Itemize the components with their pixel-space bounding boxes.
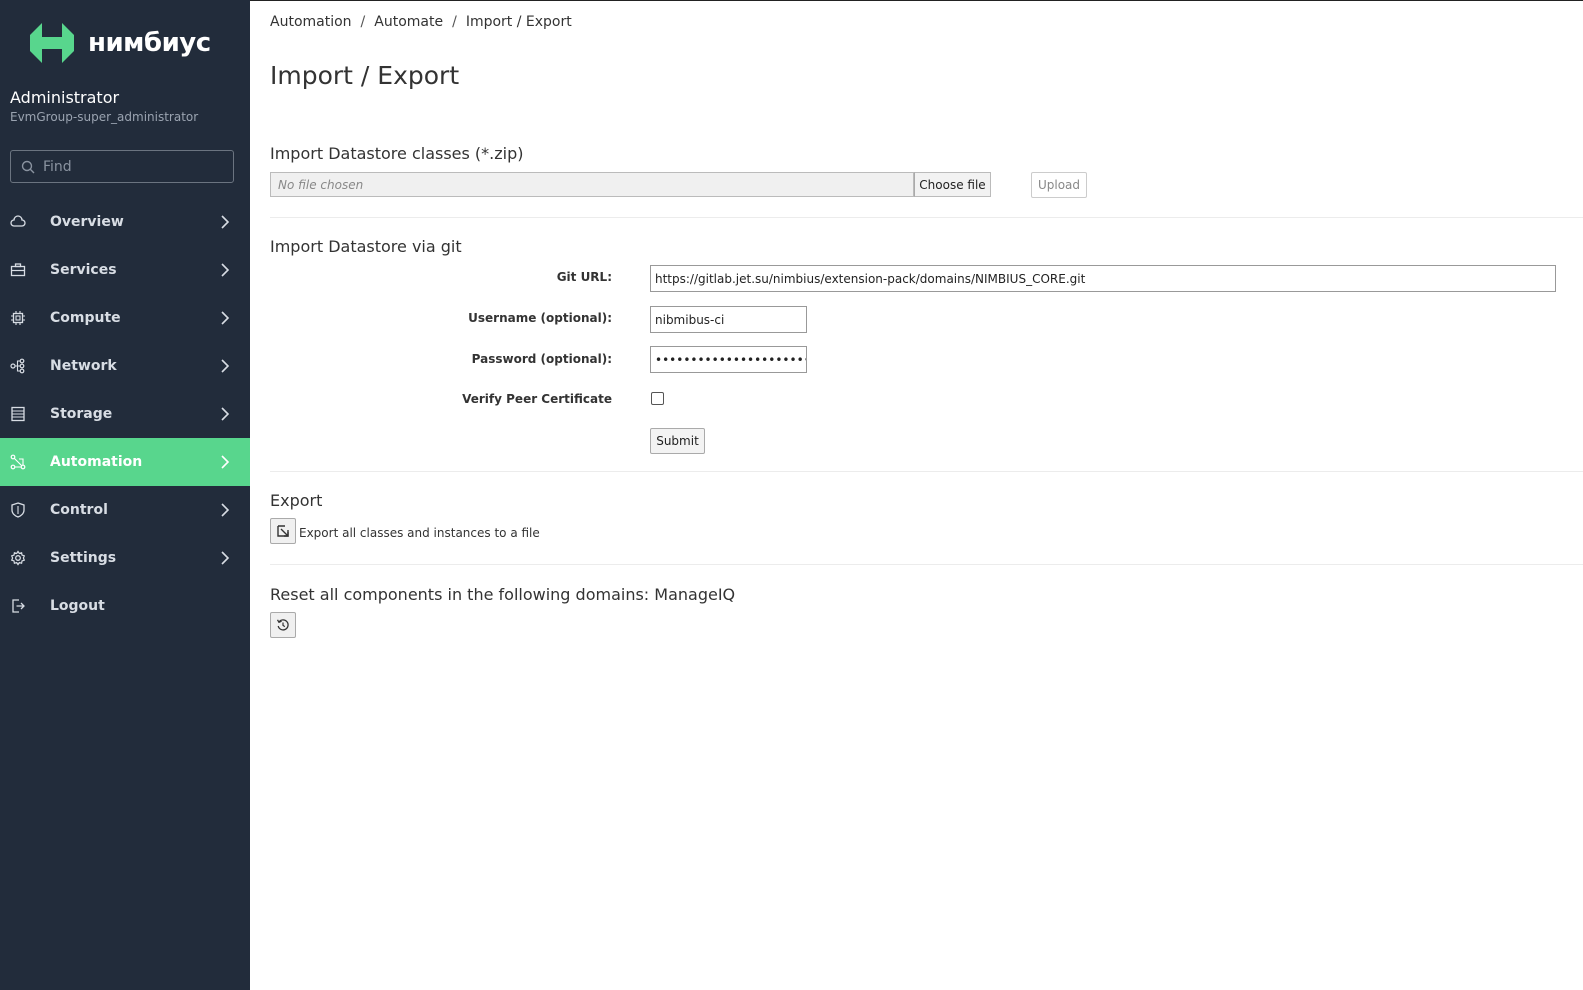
briefcase-icon	[10, 263, 26, 277]
export-icon	[277, 525, 289, 537]
reset-button[interactable]	[270, 612, 296, 638]
chevron-right-icon	[221, 455, 230, 469]
reset-title: Reset all components in the following do…	[270, 585, 736, 604]
sidebar-item-label: Storage	[50, 406, 113, 422]
export-title: Export	[270, 491, 323, 510]
sidebar-nav: Overview Services Compute Network Storag…	[0, 198, 250, 630]
divider	[270, 217, 1583, 218]
sidebar-item-services[interactable]: Services	[0, 246, 250, 294]
choose-file-button[interactable]: Choose file	[914, 172, 991, 197]
sidebar-item-compute[interactable]: Compute	[0, 294, 250, 342]
sidebar-item-label: Overview	[50, 214, 124, 230]
breadcrumb-item-current: Import / Export	[465, 14, 572, 30]
search-icon	[21, 160, 35, 173]
import-zip-title: Import Datastore classes (*.zip)	[270, 144, 524, 163]
sidebar-item-overview[interactable]: Overview	[0, 198, 250, 246]
sidebar-item-label: Settings	[50, 550, 117, 566]
sidebar: нимбиус Administrator EvmGroup-super_adm…	[0, 0, 250, 990]
sidebar-item-label: Network	[50, 358, 117, 374]
breadcrumb: Automation / Automate / Import / Export	[270, 14, 572, 30]
verify-cert-label: Verify Peer Certificate	[462, 392, 612, 406]
sidebar-item-control[interactable]: Control	[0, 486, 250, 534]
logo-mark-icon	[30, 22, 74, 63]
chevron-right-icon	[221, 503, 230, 517]
breadcrumb-separator: /	[452, 14, 457, 30]
user-name: Administrator	[10, 88, 120, 107]
chip-icon	[11, 311, 25, 325]
storage-icon	[11, 406, 25, 422]
logo-text: нимбиус	[88, 27, 211, 58]
chevron-right-icon	[221, 311, 230, 325]
search-box	[10, 150, 234, 183]
sidebar-item-network[interactable]: Network	[0, 342, 250, 390]
breadcrumb-item-automation[interactable]: Automation	[270, 14, 352, 30]
shield-icon	[11, 502, 25, 518]
search-input[interactable]	[43, 158, 223, 175]
main-content: Automation / Automate / Import / Export …	[250, 0, 1583, 990]
breadcrumb-item-automate[interactable]: Automate	[374, 14, 443, 30]
cloud-icon	[10, 215, 26, 227]
logo[interactable]: нимбиус	[28, 20, 211, 65]
file-name-display: No file chosen	[270, 172, 914, 197]
chevron-right-icon	[221, 263, 230, 277]
sidebar-item-label: Logout	[50, 598, 105, 614]
user-group: EvmGroup-super_administrator	[10, 110, 199, 124]
sidebar-item-label: Automation	[50, 454, 143, 470]
verify-cert-checkbox[interactable]	[651, 392, 664, 405]
chevron-right-icon	[221, 551, 230, 565]
git-url-label: Git URL:	[556, 270, 612, 284]
chevron-right-icon	[221, 215, 230, 229]
chevron-right-icon	[221, 359, 230, 373]
submit-button[interactable]: Submit	[650, 428, 705, 454]
password-input[interactable]	[650, 346, 807, 373]
export-description: Export all classes and instances to a fi…	[299, 526, 540, 540]
upload-button[interactable]: Upload	[1031, 172, 1087, 198]
divider	[270, 564, 1583, 565]
username-label: Username (optional):	[468, 311, 612, 325]
password-label: Password (optional):	[471, 352, 612, 366]
network-icon	[10, 358, 25, 374]
sidebar-item-label: Control	[50, 502, 108, 518]
sidebar-item-label: Compute	[50, 310, 121, 326]
history-icon	[276, 619, 289, 631]
import-git-title: Import Datastore via git	[270, 237, 462, 256]
divider	[270, 471, 1583, 472]
export-button[interactable]	[270, 518, 296, 544]
sidebar-item-logout[interactable]: Logout	[0, 582, 250, 630]
sidebar-item-storage[interactable]: Storage	[0, 390, 250, 438]
username-input[interactable]	[650, 306, 807, 333]
chevron-right-icon	[221, 407, 230, 421]
breadcrumb-separator: /	[360, 14, 366, 30]
logout-icon	[12, 599, 25, 613]
sidebar-item-label: Services	[50, 262, 117, 278]
git-url-input[interactable]	[650, 265, 1556, 292]
page-title: Import / Export	[270, 61, 460, 90]
automation-icon	[10, 454, 26, 470]
gear-icon	[10, 550, 26, 566]
file-picker[interactable]: No file chosen Choose file	[270, 172, 991, 197]
sidebar-item-automation[interactable]: Automation	[0, 438, 250, 486]
sidebar-item-settings[interactable]: Settings	[0, 534, 250, 582]
